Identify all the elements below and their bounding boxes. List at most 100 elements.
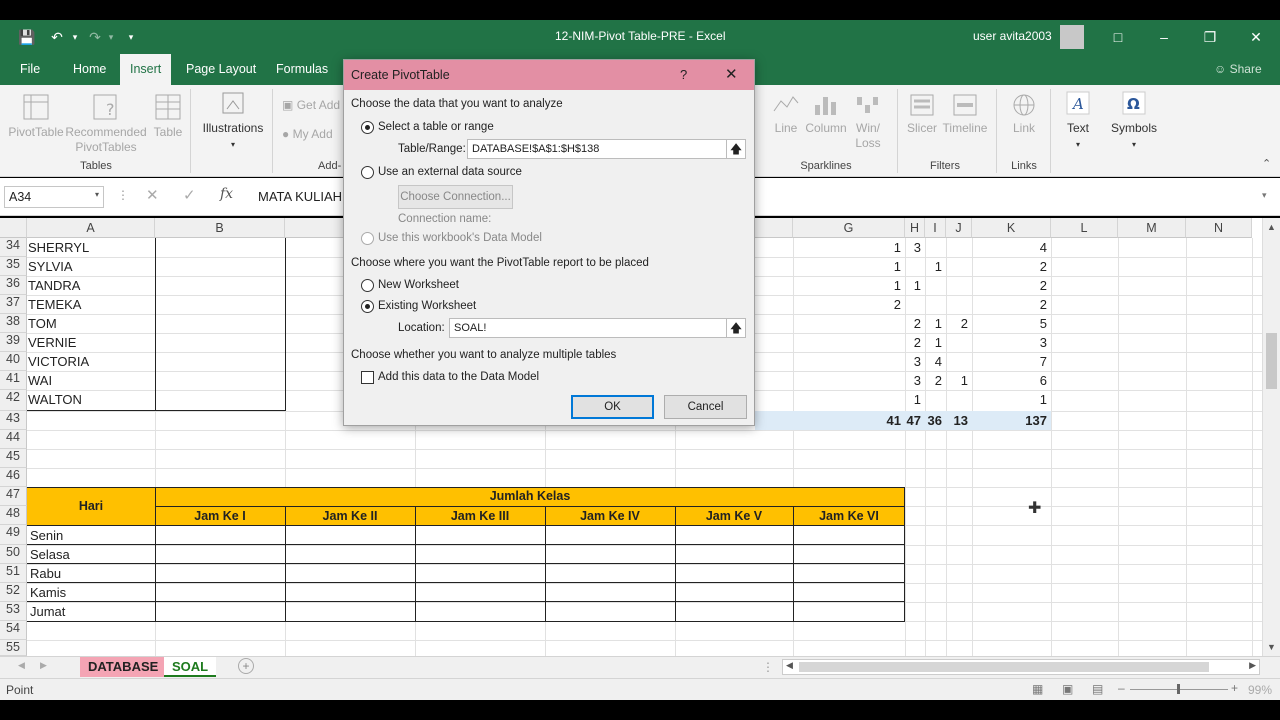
normal-view-icon[interactable]: ▦ [1032, 682, 1043, 696]
row-header[interactable]: 43 [0, 411, 27, 430]
row-header[interactable]: 35 [0, 257, 27, 276]
column-header-g[interactable]: G [793, 218, 905, 238]
column-header-l[interactable]: L [1051, 218, 1118, 238]
radio-data-model-label[interactable]: Use this workbook's Data Model [378, 232, 542, 244]
row-header[interactable]: 39 [0, 333, 27, 352]
restore-icon[interactable]: ❐ [1199, 26, 1221, 48]
minimize-icon[interactable]: – [1153, 26, 1175, 48]
cell-value[interactable]: 2 [972, 295, 1051, 314]
row-header[interactable]: 40 [0, 352, 27, 371]
tab-formulas[interactable]: Formulas [266, 54, 338, 85]
insert-function-icon[interactable]: fx [220, 186, 233, 202]
collapse-dialog-icon[interactable]: 🡅 [726, 139, 746, 159]
row-header[interactable]: 44 [0, 430, 27, 449]
undo-dropdown-icon[interactable]: ▾ [66, 28, 84, 46]
tab-file[interactable]: File [10, 54, 50, 85]
choose-connection-button[interactable]: Choose Connection... [398, 185, 513, 209]
row-header[interactable]: 48 [0, 506, 27, 525]
name-box[interactable]: A34 ▾ [4, 186, 104, 208]
table-button[interactable]: Table [150, 93, 186, 140]
cell-name[interactable]: TANDRA [28, 276, 153, 295]
radio-external-source[interactable] [361, 166, 374, 179]
user-name[interactable]: user avita2003 [973, 29, 1052, 43]
radio-external-source-label[interactable]: Use an external data source [378, 166, 522, 178]
cell-value[interactable]: 2 [905, 314, 925, 333]
radio-existing-worksheet[interactable] [361, 300, 374, 313]
radio-select-table[interactable] [361, 121, 374, 134]
share-button[interactable]: ☺ Share [1214, 62, 1262, 76]
cell-value[interactable]: 1 [905, 390, 925, 409]
collapse-dialog-icon[interactable]: 🡅 [726, 318, 746, 338]
ok-button[interactable]: OK [571, 395, 654, 419]
next-sheet-icon[interactable]: ▶ [40, 660, 47, 671]
row-header[interactable]: 52 [0, 583, 27, 602]
column-header-m[interactable]: M [1118, 218, 1186, 238]
scroll-up-icon[interactable]: ▲ [1267, 222, 1276, 232]
sparkline-line-button[interactable]: Line [768, 93, 804, 136]
dialog-help-button[interactable]: ? [680, 67, 687, 82]
slicer-button[interactable]: Slicer [904, 93, 940, 136]
timeline-button[interactable]: Timeline [942, 93, 988, 136]
illustrations-button[interactable]: Illustrations ▾ [200, 89, 266, 152]
cell-value[interactable]: 3 [905, 238, 925, 257]
cell-value[interactable]: 1 [793, 257, 905, 276]
cell-name[interactable]: WAI [28, 371, 153, 390]
redo-dropdown-icon[interactable]: ▾ [102, 28, 120, 46]
row-header[interactable]: 42 [0, 390, 27, 411]
column-header-n[interactable]: N [1186, 218, 1252, 238]
jam-header[interactable]: Jam Ke III [415, 507, 545, 526]
dialog-title-bar[interactable]: Create PivotTable ? ✕ [344, 60, 754, 90]
cell-value[interactable]: 1 [946, 371, 972, 390]
my-addins-button[interactable]: ● My Add [282, 127, 342, 142]
cell-value[interactable]: 1 [793, 238, 905, 257]
page-layout-view-icon[interactable]: ▣ [1062, 682, 1073, 696]
column-header-i[interactable]: I [925, 218, 946, 238]
page-break-view-icon[interactable]: ▤ [1092, 682, 1103, 696]
zoom-level[interactable]: 99% [1248, 683, 1272, 697]
table-range-input[interactable]: DATABASE!$A$1:$H$138 [467, 139, 727, 159]
cell-value[interactable]: 1 [972, 390, 1051, 409]
close-icon[interactable]: ✕ [1245, 26, 1267, 48]
column-header-j[interactable]: J [946, 218, 972, 238]
cell-name[interactable]: SYLVIA [28, 257, 153, 276]
cell-value[interactable]: 2 [946, 314, 972, 333]
grand-total-value[interactable]: 47 [905, 411, 925, 430]
row-header[interactable]: 53 [0, 602, 27, 621]
tab-insert[interactable]: Insert [120, 54, 172, 85]
zoom-out-icon[interactable]: – [1118, 681, 1125, 695]
cell-value[interactable]: 1 [905, 276, 925, 295]
expand-formula-bar-icon[interactable]: ▾ [1262, 190, 1267, 201]
tab-split-icon[interactable]: ⋮ [762, 660, 774, 674]
zoom-slider-thumb[interactable] [1177, 684, 1180, 694]
row-header[interactable]: 34 [0, 238, 27, 257]
row-header[interactable]: 46 [0, 468, 27, 487]
cell-name[interactable]: TEMEKA [28, 295, 153, 314]
prev-sheet-icon[interactable]: ◀ [18, 660, 25, 671]
cancel-button[interactable]: Cancel [664, 395, 747, 419]
cell-value[interactable]: 2 [925, 371, 946, 390]
cell-value[interactable]: 1 [925, 257, 946, 276]
dialog-close-icon[interactable]: ✕ [725, 65, 738, 83]
row-header[interactable]: 45 [0, 449, 27, 468]
row-header[interactable]: 55 [0, 640, 27, 656]
cell-value[interactable]: 2 [972, 276, 1051, 295]
cell-name[interactable]: WALTON [28, 390, 153, 409]
add-to-data-model-label[interactable]: Add this data to the Data Model [378, 371, 539, 383]
cell-value[interactable]: 3 [972, 333, 1051, 352]
day-cell[interactable]: Senin [30, 526, 150, 545]
row-header[interactable]: 51 [0, 564, 27, 583]
jam-header[interactable]: Jam Ke VI [793, 507, 905, 526]
row-header[interactable]: 41 [0, 371, 27, 390]
name-box-dropdown-icon[interactable]: ▾ [95, 190, 99, 199]
grand-total-value[interactable]: 13 [946, 411, 972, 430]
radio-new-worksheet[interactable] [361, 279, 374, 292]
day-cell[interactable]: Kamis [30, 583, 150, 602]
new-sheet-icon[interactable]: + [238, 658, 254, 674]
cell-name[interactable]: SHERRYL [28, 238, 153, 257]
day-cell[interactable]: Rabu [30, 564, 150, 583]
zoom-in-icon[interactable]: + [1231, 681, 1238, 695]
radio-data-model[interactable] [361, 232, 374, 245]
cell-value[interactable]: 5 [972, 314, 1051, 333]
jumlah-kelas-header[interactable]: Jumlah Kelas [155, 487, 905, 506]
cell-value[interactable]: 4 [925, 352, 946, 371]
